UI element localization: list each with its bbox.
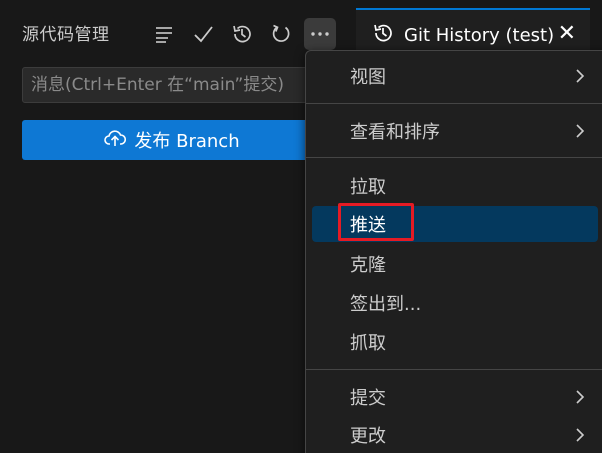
menu-item-pull[interactable]: 拉取 bbox=[312, 168, 598, 204]
menu-item-fetch[interactable]: 抓取 bbox=[312, 324, 598, 360]
menu-item-label: 签出到... bbox=[350, 294, 422, 315]
menu-item-label: 推送 bbox=[350, 215, 386, 236]
history-icon bbox=[372, 22, 394, 49]
menu-item-checkout-to[interactable]: 签出到... bbox=[312, 285, 598, 321]
chevron-right-icon bbox=[572, 122, 588, 145]
menu-separator bbox=[306, 157, 602, 158]
chevron-right-icon bbox=[572, 67, 588, 90]
panel-title: 源代码管理 bbox=[22, 25, 110, 45]
menu-item-view-and-sort[interactable]: 查看和排序 bbox=[312, 113, 598, 149]
menu-item-label: 克隆 bbox=[350, 255, 386, 276]
chevron-right-icon bbox=[572, 388, 588, 411]
menu-item-view[interactable]: 视图 bbox=[312, 58, 598, 94]
view-as-list-icon[interactable] bbox=[148, 18, 180, 50]
menu-separator bbox=[306, 369, 602, 370]
check-icon[interactable] bbox=[187, 18, 219, 50]
menu-item-commit[interactable]: 提交 bbox=[312, 379, 598, 415]
menu-item-label: 提交 bbox=[350, 388, 386, 409]
menu-item-label: 拉取 bbox=[350, 177, 386, 198]
publish-branch-button[interactable]: 发布 Branch bbox=[22, 120, 322, 160]
menu-item-label: 抓取 bbox=[350, 333, 386, 354]
cloud-upload-icon bbox=[104, 129, 127, 152]
more-actions-menu: 视图 查看和排序 拉取 推送 克隆 签出到... 抓取 提交 更改 bbox=[305, 50, 602, 453]
menu-item-push[interactable]: 推送 bbox=[312, 206, 598, 242]
source-control-panel: 源代码管理 消息(Ctrl+Enter 在“main”提交) 发布 Branch bbox=[0, 0, 352, 453]
menu-item-label: 更改 bbox=[350, 426, 386, 447]
more-actions-icon[interactable] bbox=[304, 18, 336, 50]
menu-item-clone[interactable]: 克隆 bbox=[312, 246, 598, 282]
tab-label: Git History (test) bbox=[404, 24, 555, 46]
close-icon[interactable]: ✕ bbox=[558, 22, 576, 46]
menu-separator bbox=[306, 103, 602, 104]
menu-item-label: 查看和排序 bbox=[350, 122, 440, 143]
chevron-right-icon bbox=[572, 426, 588, 449]
publish-branch-label: 发布 Branch bbox=[134, 131, 240, 152]
history-icon[interactable] bbox=[226, 18, 258, 50]
menu-item-label: 视图 bbox=[350, 67, 386, 88]
vscode-window: 源代码管理 消息(Ctrl+Enter 在“main”提交) 发布 Branch… bbox=[0, 0, 602, 453]
refresh-icon[interactable] bbox=[265, 18, 297, 50]
menu-item-changes[interactable]: 更改 bbox=[312, 417, 598, 453]
commit-message-input[interactable] bbox=[22, 67, 322, 103]
